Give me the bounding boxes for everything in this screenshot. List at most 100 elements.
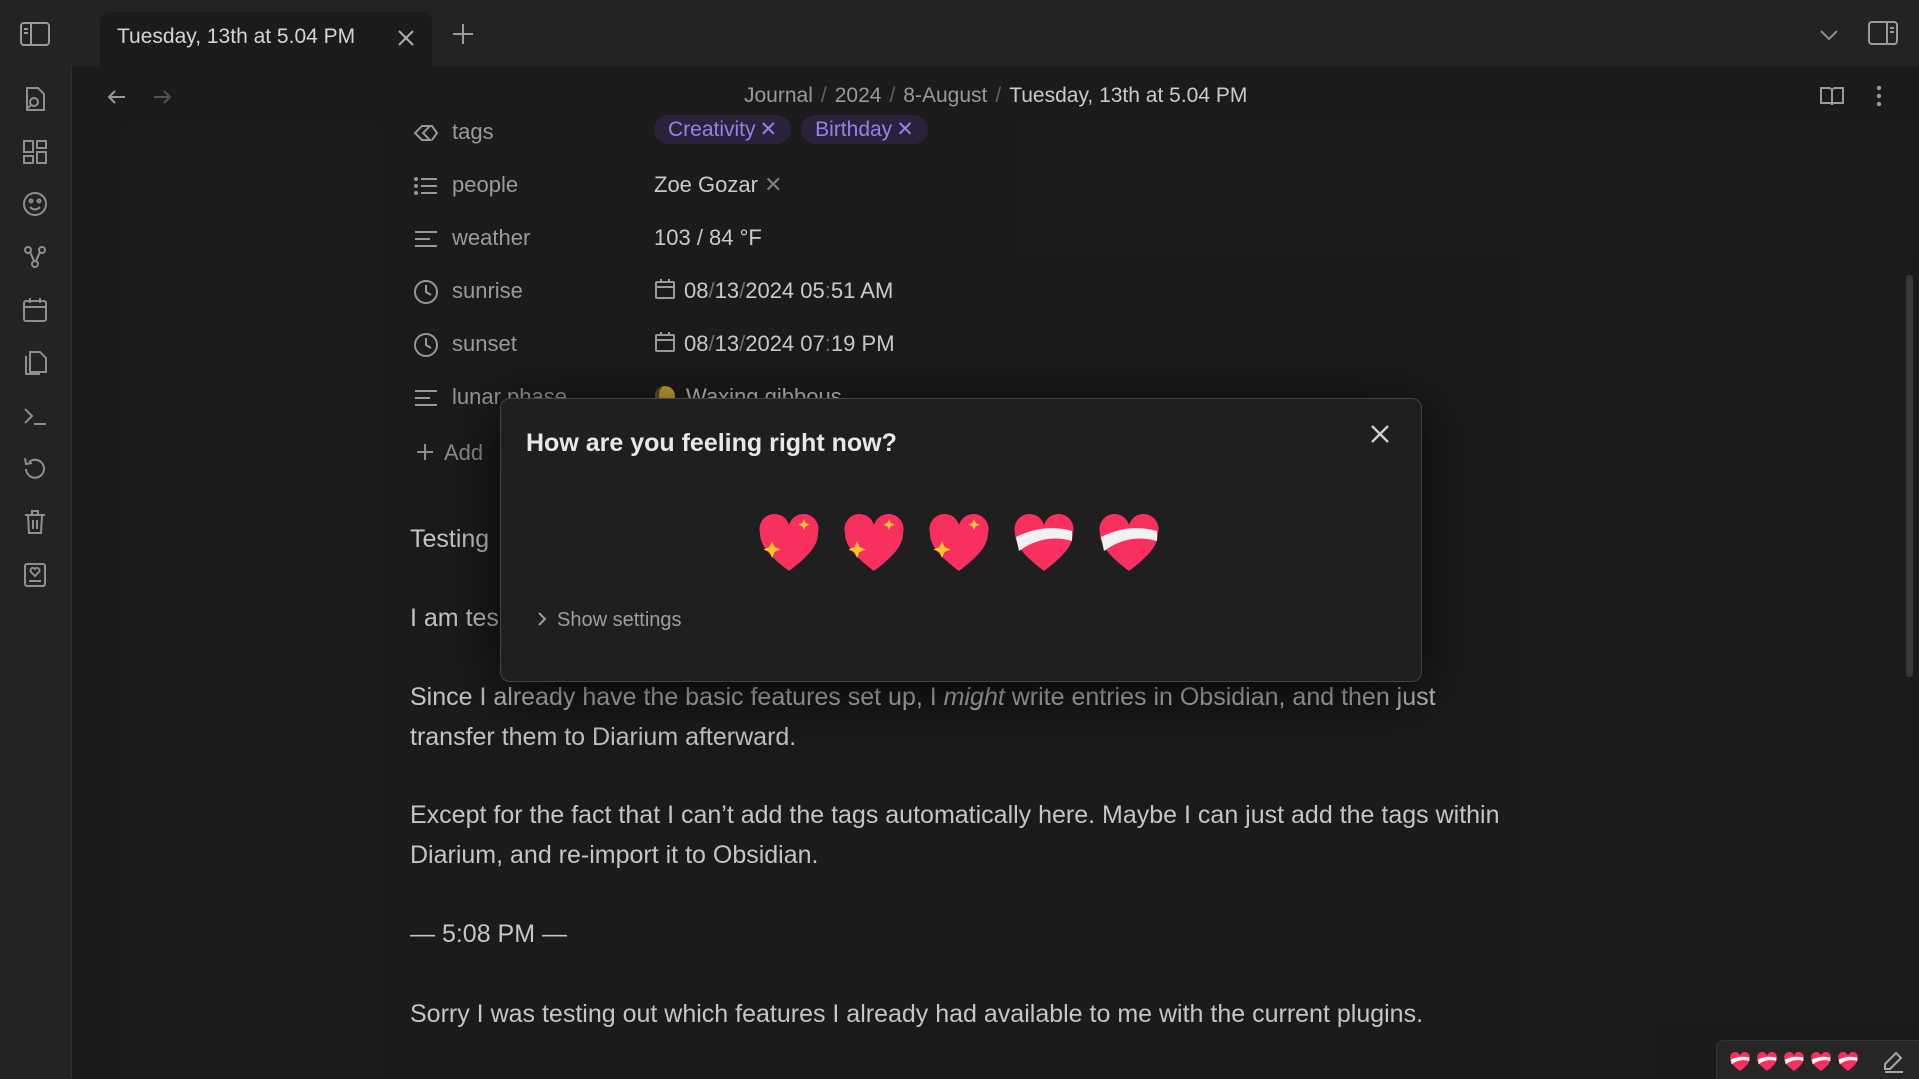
- calendar-picker-icon[interactable]: [654, 278, 676, 300]
- breadcrumb-2024[interactable]: 2024: [835, 84, 882, 107]
- property-key-tags[interactable]: tags: [452, 119, 494, 145]
- tab-list-chevron-down-icon[interactable]: [1816, 22, 1842, 48]
- property-people: people Zoe Gozar ✕: [408, 165, 1308, 205]
- sparkling-heart-icon[interactable]: [756, 511, 822, 577]
- editor-scrollbar[interactable]: [1906, 275, 1913, 677]
- property-key-people[interactable]: people: [452, 172, 518, 198]
- trash-icon[interactable]: [20, 507, 50, 537]
- minute-segment[interactable]: 19: [831, 331, 855, 356]
- left-sidebar-toggle-icon[interactable]: [18, 19, 52, 49]
- tags-icon: [412, 119, 440, 147]
- navigate-back-arrow-icon[interactable]: [104, 84, 130, 110]
- hour-segment[interactable]: 05: [800, 278, 824, 303]
- copy-files-icon[interactable]: [20, 348, 50, 378]
- property-value-tags[interactable]: Creativity ✕ Birthday ✕: [654, 115, 938, 144]
- remove-person-icon[interactable]: ✕: [764, 172, 782, 197]
- reading-view-book-icon[interactable]: [1818, 82, 1846, 110]
- property-key-sunrise[interactable]: sunrise: [452, 278, 523, 304]
- text-lines-icon: [412, 225, 440, 253]
- close-modal-icon[interactable]: [1365, 419, 1395, 449]
- tag-label: Birthday: [815, 118, 893, 141]
- tab-bar: Tuesday, 13th at 5.04 PM: [0, 0, 1919, 66]
- breadcrumb-8-august[interactable]: 8-August: [903, 84, 987, 107]
- property-key-sunset[interactable]: sunset: [452, 331, 517, 357]
- clock-icon: [412, 331, 440, 359]
- property-weather: weather 103 / 84 °F: [408, 218, 1308, 258]
- tab-active[interactable]: Tuesday, 13th at 5.04 PM: [100, 12, 432, 66]
- tag-pill-creativity[interactable]: Creativity ✕: [654, 115, 792, 144]
- day-segment[interactable]: 13: [715, 278, 739, 303]
- mood-modal: How are you feeling right now? Show sett…: [500, 398, 1422, 682]
- list-icon: [412, 172, 440, 200]
- mending-heart-icon[interactable]: [1011, 511, 1077, 577]
- datetime-input-sunrise[interactable]: 08/13/2024 05:51 AM: [654, 278, 893, 304]
- calendar-picker-icon[interactable]: [654, 331, 676, 353]
- mood-history-heart-icon[interactable]: [1783, 1051, 1805, 1073]
- sparkling-heart-icon[interactable]: [926, 511, 992, 577]
- dashboard-grid-icon[interactable]: [20, 137, 50, 167]
- history-undo-icon[interactable]: [20, 454, 50, 484]
- graph-view-icon[interactable]: [20, 242, 50, 272]
- text-lines-icon: [412, 384, 440, 412]
- time-divider: — 5:08 PM —: [410, 920, 567, 948]
- command-palette-terminal-icon[interactable]: [20, 401, 50, 431]
- tab-title: Tuesday, 13th at 5.04 PM: [117, 25, 356, 48]
- property-tags: tags Creativity ✕ Birthday ✕: [408, 112, 1308, 152]
- year-segment[interactable]: 2024: [745, 278, 794, 303]
- year-segment[interactable]: 2024: [745, 331, 794, 356]
- ampm-segment[interactable]: PM: [862, 331, 895, 356]
- paragraph-1-emphasis: might: [943, 683, 1005, 711]
- tag-pill-birthday[interactable]: Birthday ✕: [801, 115, 928, 144]
- edit-pencil-icon[interactable]: [1881, 1049, 1905, 1073]
- chevron-right-icon: [533, 610, 551, 628]
- month-segment[interactable]: 08: [684, 331, 708, 356]
- hour-segment[interactable]: 07: [800, 331, 824, 356]
- clock-icon: [412, 278, 440, 306]
- breadcrumb-current-note[interactable]: Tuesday, 13th at 5.04 PM: [1009, 84, 1247, 107]
- close-tab-icon[interactable]: [394, 26, 418, 50]
- paragraph-2: Except for the fact that I can’t add the…: [410, 801, 1500, 869]
- property-value-people[interactable]: Zoe Gozar ✕: [654, 172, 782, 198]
- mood-history-heart-icon[interactable]: [1756, 1051, 1778, 1073]
- paragraph-1: Since I already have the basic features …: [410, 677, 1510, 757]
- property-sunrise: sunrise 08/13/2024 05:51 AM: [408, 271, 1308, 311]
- mood-history-heart-icon[interactable]: [1810, 1051, 1832, 1073]
- add-property-button[interactable]: Add: [414, 440, 483, 466]
- left-ribbon: [0, 66, 72, 1079]
- remove-tag-icon[interactable]: ✕: [896, 118, 914, 141]
- mood-history-heart-icon[interactable]: [1837, 1051, 1859, 1073]
- month-segment[interactable]: 08: [684, 278, 708, 303]
- minute-segment[interactable]: 51: [831, 278, 855, 303]
- paragraph-1-start: Since I already have the basic features …: [410, 683, 944, 711]
- plus-icon: [414, 441, 436, 463]
- calendar-icon[interactable]: [20, 295, 50, 325]
- mood-smiley-icon[interactable]: [20, 189, 50, 219]
- right-sidebar-toggle-icon[interactable]: [1866, 18, 1900, 48]
- sparkling-heart-icon[interactable]: [841, 511, 907, 577]
- breadcrumb-journal[interactable]: Journal: [744, 84, 813, 107]
- show-settings-label: Show settings: [557, 609, 682, 631]
- breadcrumb: Journal/2024/8-August / Tuesday, 13th at 5…: [744, 84, 1248, 107]
- ampm-segment[interactable]: AM: [860, 278, 893, 303]
- tag-label: Creativity: [668, 118, 756, 141]
- status-bar: [1716, 1040, 1919, 1079]
- navigate-forward-arrow-icon[interactable]: [149, 84, 175, 110]
- add-property-label: Add: [444, 440, 484, 465]
- mood-options: [756, 511, 1186, 581]
- open-quick-switcher-icon[interactable]: [20, 84, 50, 114]
- more-options-vertical-dots-icon[interactable]: [1866, 82, 1892, 110]
- property-key-weather[interactable]: weather: [452, 225, 530, 251]
- new-tab-icon[interactable]: [449, 20, 477, 48]
- day-segment[interactable]: 13: [715, 331, 739, 356]
- mood-history-heart-icon[interactable]: [1729, 1051, 1751, 1073]
- person-chip[interactable]: Zoe Gozar: [654, 172, 758, 197]
- paragraph-3: Sorry I was testing out which features I…: [410, 1000, 1424, 1028]
- property-value-weather[interactable]: 103 / 84 °F: [654, 225, 762, 251]
- show-settings-toggle[interactable]: Show settings: [533, 609, 682, 632]
- property-sunset: sunset 08/13/2024 07:19 PM: [408, 324, 1308, 364]
- mending-heart-icon[interactable]: [1096, 511, 1162, 577]
- journal-heart-icon[interactable]: [20, 560, 50, 590]
- modal-title: How are you feeling right now?: [526, 429, 897, 457]
- datetime-input-sunset[interactable]: 08/13/2024 07:19 PM: [654, 331, 895, 357]
- remove-tag-icon[interactable]: ✕: [760, 118, 778, 141]
